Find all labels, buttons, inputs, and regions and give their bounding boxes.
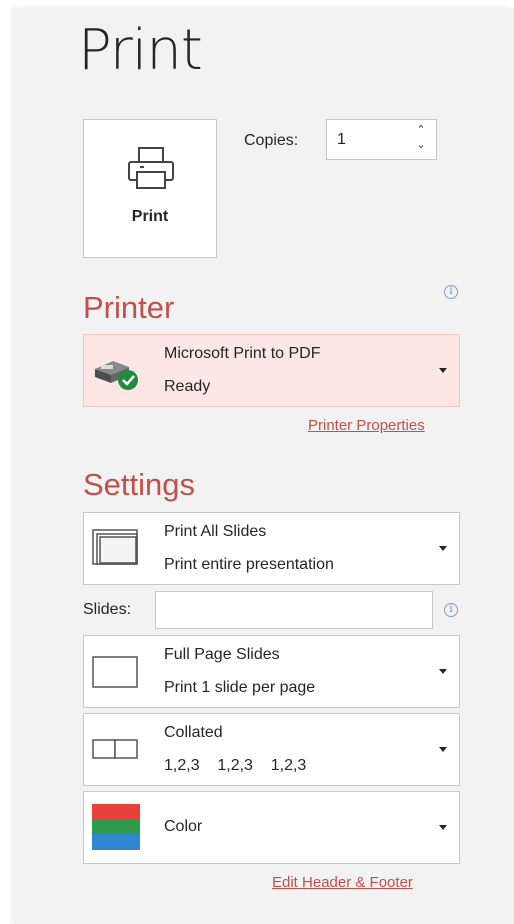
- printer-dropdown[interactable]: Microsoft Print to PDF Ready: [83, 334, 460, 407]
- copies-label: Copies:: [244, 132, 299, 149]
- edit-header-footer-link[interactable]: Edit Header & Footer: [272, 874, 413, 891]
- printer-icon: [124, 144, 178, 203]
- chevron-down-icon[interactable]: ⌄: [414, 138, 428, 153]
- print-range-subtitle: Print entire presentation: [164, 556, 334, 573]
- layout-title: Full Page Slides: [164, 646, 280, 663]
- info-icon[interactable]: i: [444, 285, 458, 299]
- printer-heading: Printer: [83, 290, 175, 325]
- layout-dropdown[interactable]: Full Page Slides Print 1 slide per page: [83, 635, 460, 708]
- caret-down-icon: [439, 825, 447, 830]
- collated-icon: [92, 739, 140, 766]
- slides-label: Slides:: [83, 601, 132, 618]
- printer-properties-link[interactable]: Printer Properties: [308, 417, 425, 434]
- print-button[interactable]: Print: [83, 119, 217, 258]
- slides-input[interactable]: [155, 591, 433, 629]
- printer-status: Ready: [164, 378, 211, 395]
- collation-title: Collated: [164, 724, 223, 741]
- copies-spin[interactable]: ⌃ ⌄: [414, 123, 428, 153]
- printer-name: Microsoft Print to PDF: [164, 345, 321, 362]
- print-range-dropdown[interactable]: Print All Slides Print entire presentati…: [83, 512, 460, 585]
- full-page-slide-icon: [92, 656, 140, 695]
- color-dropdown[interactable]: Color: [83, 791, 460, 864]
- print-range-title: Print All Slides: [164, 523, 267, 540]
- caret-down-icon: [439, 669, 447, 674]
- collation-dropdown[interactable]: Collated 1,2,3 1,2,3 1,2,3: [83, 713, 460, 786]
- slides-stack-icon: [92, 529, 140, 572]
- caret-down-icon: [439, 368, 447, 373]
- info-icon[interactable]: i: [444, 603, 458, 617]
- printer-ready-icon: [91, 353, 141, 398]
- collation-subtitle: 1,2,3 1,2,3 1,2,3: [164, 757, 307, 774]
- chevron-up-icon[interactable]: ⌃: [414, 123, 428, 138]
- copies-stepper[interactable]: ⌃ ⌄: [326, 119, 437, 160]
- settings-heading: Settings: [83, 467, 196, 502]
- layout-subtitle: Print 1 slide per page: [164, 679, 316, 696]
- caret-down-icon: [439, 747, 447, 752]
- print-button-label: Print: [131, 208, 169, 225]
- caret-down-icon: [439, 546, 447, 551]
- page-title: Print: [78, 18, 203, 83]
- color-icon: [92, 804, 140, 855]
- color-title: Color: [164, 818, 203, 835]
- copies-input[interactable]: [335, 130, 409, 150]
